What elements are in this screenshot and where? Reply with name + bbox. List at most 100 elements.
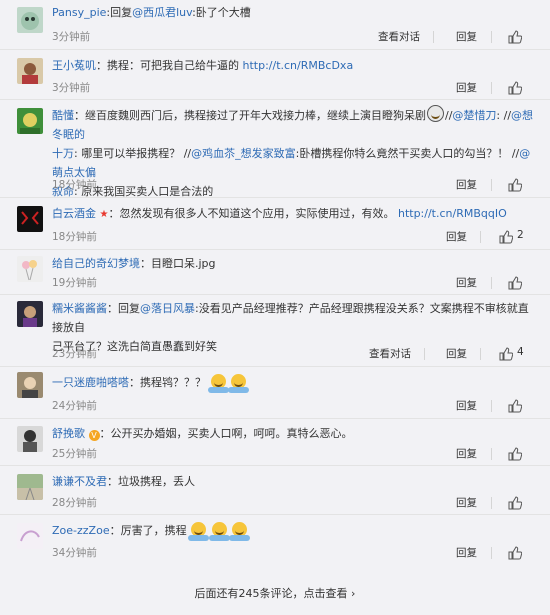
reply-label: ：回复 (107, 302, 140, 315)
like-icon[interactable] (499, 347, 513, 361)
repost-separator: : // (496, 109, 512, 122)
reply-button[interactable]: 回复 (456, 177, 477, 192)
comment-username[interactable]: Zoe-zzZoe (52, 524, 110, 537)
reply-button[interactable]: 回复 (456, 275, 477, 290)
reply-button[interactable]: 回复 (456, 545, 477, 560)
like-icon[interactable] (508, 178, 522, 192)
comment-username[interactable]: 酷懂 (52, 109, 74, 122)
comment-text: ：继百度魏则西门后，携程接过了开年大戏接力棒，继续上演目瞪狗呆剧 (74, 109, 426, 122)
comment-item: 王小菟叽：携程：可把我自己给牛逼的 http://t.cn/RMBcDxa 3分… (0, 50, 550, 100)
divider (433, 31, 434, 43)
comment-text: : 哪里可以举报携程？ // (74, 147, 192, 160)
mention-link[interactable]: 十万 (52, 147, 74, 160)
comment-username[interactable]: Pansy_pie (52, 6, 106, 19)
comment-time: 18分钟前 (52, 179, 97, 191)
comment-time: 23分钟前 (52, 348, 97, 360)
comment-time: 3分钟前 (52, 31, 91, 43)
url-link[interactable]: http://t.cn/RMBqqIO (398, 207, 507, 220)
like-icon[interactable] (508, 276, 522, 290)
comment-text: ：公开买办婚姻，买卖人口啊，呵呵。真特么恶心。 (99, 427, 353, 440)
mention-link[interactable]: @落日风暴 (140, 302, 195, 315)
comment-username[interactable]: 给自己的奇幻梦境 (52, 257, 140, 270)
comment-username[interactable]: 一只迷鹿啪嗒嗒 (52, 376, 129, 389)
like-icon[interactable] (508, 496, 522, 510)
verified-badge-icon: V (88, 430, 100, 441)
comment-time: 18分钟前 (52, 231, 97, 243)
reply-button[interactable]: 回复 (456, 29, 477, 44)
comment-text: ：厉害了，携程 (109, 524, 187, 537)
chevron-right-icon: › (351, 587, 356, 600)
like-count: 4 (517, 346, 524, 358)
doge-emoji-icon (427, 105, 444, 122)
avatar[interactable] (17, 426, 43, 452)
comment-username[interactable]: 谦谦不及君 (52, 475, 107, 488)
avatar[interactable] (17, 206, 43, 232)
comment-text: ：携程：可把我自己给牛逼的 (96, 59, 243, 72)
like-icon[interactable] (499, 230, 513, 244)
avatar[interactable] (17, 474, 43, 500)
grin-emoji-icon (229, 522, 251, 541)
divider (491, 400, 492, 412)
comment-list: Pansy_pie:回复@西瓜君luv:卧了个大槽 3分钟前 查看对话 回复 王… (0, 0, 550, 564)
avatar[interactable] (17, 372, 43, 398)
avatar[interactable] (17, 108, 43, 134)
grin-emoji-icon (188, 522, 210, 541)
divider (491, 547, 492, 559)
reply-button[interactable]: 回复 (446, 346, 467, 361)
comment-text: ：携程鸨？？？ (129, 376, 206, 389)
reply-label: 回复 (110, 6, 133, 19)
like-count: 2 (517, 229, 524, 241)
reply-button[interactable]: 回复 (456, 495, 477, 510)
comment-username[interactable]: 王小菟叽 (52, 59, 96, 72)
like-icon[interactable] (508, 81, 522, 95)
reply-button[interactable]: 回复 (446, 229, 467, 244)
comment-time: 3分钟前 (52, 82, 91, 94)
reply-button[interactable]: 回复 (456, 80, 477, 95)
comment-text: ：目瞪口呆.jpg (140, 257, 216, 270)
mention-link[interactable]: @西瓜君luv (132, 6, 192, 19)
divider (491, 82, 492, 94)
avatar[interactable] (17, 301, 43, 327)
comment-text: :卧了个大槽 (192, 6, 251, 19)
grin-emoji-icon (228, 374, 249, 393)
comment-item: 糯米酱酱酱：回复@落日风暴:没看见产品经理推荐？产品经理跟携程没关系？文案携程不… (0, 295, 550, 367)
like-icon[interactable] (508, 399, 522, 413)
avatar[interactable] (17, 523, 43, 549)
comment-item: 舒挽歌 V ：公开买办婚姻，买卖人口啊，呵呵。真特么恶心。 25分钟前 回复 (0, 419, 550, 466)
avatar[interactable] (17, 58, 43, 84)
like-icon[interactable] (508, 546, 522, 560)
avatar[interactable] (17, 256, 43, 282)
comment-text: :卧槽携程你特么竟然干买卖人口的勾当？！ // (295, 147, 520, 160)
comment-time: 24分钟前 (52, 400, 97, 412)
comment-username[interactable]: 糯米酱酱酱 (52, 302, 107, 315)
comment-text: ：垃圾携程，丢人 (107, 475, 195, 488)
divider (491, 179, 492, 191)
comment-item: 给自己的奇幻梦境：目瞪口呆.jpg 19分钟前 回复 (0, 250, 550, 295)
comment-username[interactable]: 舒挽歌 (52, 427, 85, 440)
comment-item: 谦谦不及君：垃圾携程，丢人 28分钟前 回复 (0, 466, 550, 515)
divider (491, 448, 492, 460)
comment-item: 酷懂：继百度魏则西门后，携程接过了开年大戏接力棒，继续上演目瞪狗呆剧//@楚惜刀… (0, 100, 550, 198)
view-conversation-link[interactable]: 查看对话 (378, 29, 420, 44)
avatar[interactable] (17, 7, 43, 33)
grin-emoji-icon (208, 522, 230, 541)
comment-item: Zoe-zzZoe：厉害了，携程 34分钟前 回复 (0, 515, 550, 564)
reply-button[interactable]: 回复 (456, 398, 477, 413)
view-conversation-link[interactable]: 查看对话 (369, 346, 411, 361)
reply-button[interactable]: 回复 (456, 446, 477, 461)
load-more-text: 后面还有245条评论，点击查看 (194, 587, 348, 600)
comment-username[interactable]: 白云酒金 (52, 207, 96, 220)
mention-link[interactable]: @鸡血苶_想发家致富 (191, 147, 296, 160)
like-icon[interactable] (508, 447, 522, 461)
divider (491, 277, 492, 289)
comment-time: 34分钟前 (52, 547, 97, 559)
mention-link[interactable]: @楚惜刀 (452, 109, 496, 122)
url-link[interactable]: http://t.cn/RMBcDxa (243, 59, 354, 72)
like-icon[interactable] (508, 30, 522, 44)
divider (491, 31, 492, 43)
divider (491, 497, 492, 509)
divider (480, 231, 481, 243)
load-more-comments-link[interactable]: 后面还有245条评论，点击查看 › (0, 585, 550, 601)
comment-item: 白云酒金 ★：忽然发现有很多人不知道这个应用，实际使用过，有效。 http://… (0, 198, 550, 250)
comment-text: ：忽然发现有很多人不知道这个应用，实际使用过，有效。 (108, 207, 398, 220)
